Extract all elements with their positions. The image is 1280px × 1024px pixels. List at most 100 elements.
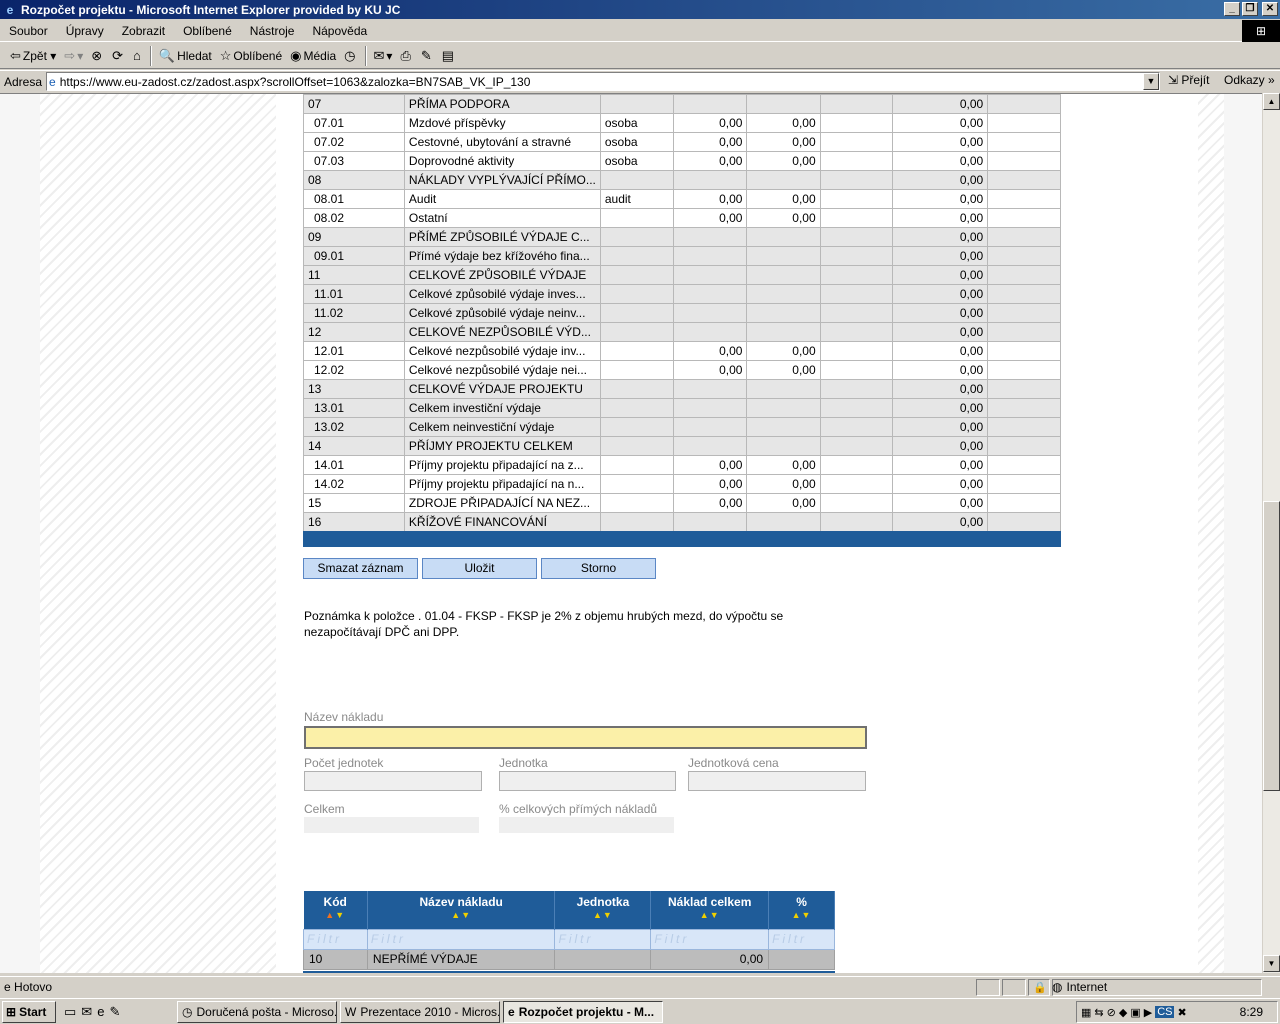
table-row[interactable]: 14.01 Příjmy projektu připadající na z...… — [303, 455, 1061, 475]
close-button[interactable]: ✕ — [1262, 2, 1278, 16]
scroll-up-button[interactable]: ▲ — [1263, 93, 1280, 110]
grid-header-percent[interactable]: % ▲▼ — [768, 891, 835, 929]
table-row[interactable]: 10 NEPŘÍMÉ VÝDAJE 0,00 — [303, 948, 835, 970]
menu-soubor[interactable]: Soubor — [0, 24, 57, 38]
tray-media-icon[interactable]: ▶ — [1144, 1006, 1152, 1019]
budget-cell-c3 — [819, 322, 894, 342]
forward-button[interactable]: ⇨ ▾ — [60, 45, 87, 67]
go-button[interactable]: ⇲ Přejít — [1168, 73, 1209, 87]
tray-antivirus-icon[interactable]: ⊘ — [1107, 1006, 1116, 1019]
table-row[interactable]: 07 PŘÍMA PODPORA 0,00 — [303, 94, 1061, 114]
menu-zobrazit[interactable]: Zobrazit — [113, 24, 174, 38]
menu-napoveda[interactable]: Nápověda — [303, 24, 376, 38]
tray-printer-icon[interactable]: ▣ — [1130, 1006, 1140, 1019]
minimize-button[interactable]: _ — [1224, 2, 1240, 16]
filter-total-input[interactable]: Filtr — [650, 928, 770, 950]
table-row[interactable]: 12.02 Celkové nezpůsobilé výdaje nei... 0,… — [303, 360, 1061, 380]
history-button[interactable]: ◷ — [340, 45, 361, 67]
scroll-thumb[interactable] — [1263, 501, 1280, 791]
table-row[interactable]: 08.01 Audit audit 0,00 0,00 0,00 — [303, 189, 1061, 209]
cost-name-input[interactable] — [304, 726, 867, 749]
table-row[interactable]: 07.02 Cestovné, ubytování a stravné osoba 0… — [303, 132, 1061, 152]
menu-upravy[interactable]: Úpravy — [57, 24, 113, 38]
table-row[interactable]: 13.01 Celkem investiční výdaje 0,00 — [303, 398, 1061, 418]
table-row[interactable]: 08 NÁKLADY VYPLÝVAJÍCÍ PŘÍMO... 0,00 — [303, 170, 1061, 190]
address-input[interactable]: e https://www.eu-zadost.cz/zadost.aspx?s… — [46, 72, 1160, 91]
unit-input[interactable] — [499, 771, 676, 791]
grid-header-unit[interactable]: Jednotka ▲▼ — [554, 891, 652, 929]
scroll-down-button[interactable]: ▼ — [1263, 955, 1280, 972]
table-row[interactable]: 16 KŘÍŽOVÉ FINANCOVÁNÍ 0,00 — [303, 512, 1061, 532]
stop-button[interactable]: ⊗ — [87, 45, 108, 67]
media-button[interactable]: ◉ Média — [286, 45, 340, 67]
table-row[interactable]: 07.03 Doprovodné aktivity osoba 0,00 0,00 0,0… — [303, 151, 1061, 171]
filter-percent-input[interactable]: Filtr — [768, 928, 835, 950]
page-done-icon: e — [4, 980, 11, 994]
filter-code-input[interactable]: Filtr — [303, 928, 368, 950]
filter-name-input[interactable]: Filtr — [366, 928, 556, 950]
filter-unit-input[interactable]: Filtr — [554, 928, 652, 950]
notes-icon[interactable]: ✎ — [109, 1004, 120, 1020]
delete-record-button[interactable]: Smazat záznam — [303, 558, 418, 579]
vertical-scrollbar[interactable]: ▲ ▼ — [1262, 93, 1280, 973]
grid-header-code[interactable]: Kód ▲▼ — [303, 891, 368, 929]
grid-header-name[interactable]: Název nákladu ▲▼ — [367, 891, 556, 929]
budget-table: 07 PŘÍMA PODPORA 0,00 07.01 Mzdové příspěvky… — [303, 94, 1061, 532]
mail-button[interactable]: ✉ ▾ — [370, 45, 397, 67]
menu-oblibene[interactable]: Oblíbené — [174, 24, 241, 38]
budget-cell-c3 — [819, 170, 894, 190]
search-button[interactable]: 🔍 Hledat — [155, 45, 216, 67]
table-row[interactable]: 12.01 Celkové nezpůsobilé výdaje inv... 0,… — [303, 341, 1061, 361]
budget-cell-code: 12.02 — [303, 360, 405, 380]
budget-cell-extra — [987, 436, 1061, 456]
task-ie[interactable]: e Rozpočet projektu - M... — [503, 1000, 663, 1023]
ie-quicklaunch-icon[interactable]: e — [97, 1004, 104, 1020]
unit-price-input[interactable] — [688, 771, 866, 791]
print-button[interactable]: ⎙ — [396, 45, 416, 67]
refresh-button[interactable]: ⟳ — [108, 45, 129, 67]
grid-cell-percent — [768, 948, 835, 970]
discuss-button[interactable]: ▤ — [438, 45, 460, 67]
address-dropdown[interactable]: ▼ — [1143, 73, 1159, 90]
save-button[interactable]: Uložit — [422, 558, 537, 579]
table-row[interactable]: 11.01 Celkové způsobilé výdaje inves... 0,… — [303, 284, 1061, 304]
tray-tools-icon[interactable]: ✖ — [1177, 1006, 1186, 1019]
table-row[interactable]: 13.02 Celkem neinvestiční výdaje 0,00 — [303, 417, 1061, 437]
tray-app-icon[interactable]: ◆ — [1119, 1006, 1127, 1019]
maximize-button[interactable]: ❐ — [1242, 2, 1258, 16]
table-row[interactable]: 15 ZDROJE PŘIPADAJÍCÍ NA NEZ... 0,00 0,00 0,… — [303, 493, 1061, 513]
table-row[interactable]: 12 CELKOVÉ NEZPŮSOBILÉ VÝD... 0,00 — [303, 322, 1061, 342]
task-outlook[interactable]: ◷ Doručená pošta - Microso... — [177, 1000, 337, 1023]
grid-header-total[interactable]: Náklad celkem ▲▼ — [650, 891, 770, 929]
tray-network-icon[interactable]: ▦ — [1081, 1006, 1091, 1019]
unit-count-input[interactable] — [304, 771, 482, 791]
start-button[interactable]: ⊞ Start — [2, 1000, 56, 1023]
address-label: Adresa — [4, 74, 43, 89]
sort-arrows-icon[interactable]: ▲▼ — [368, 910, 555, 920]
table-row[interactable]: 11 CELKOVÉ ZPŮSOBILÉ VÝDAJE 0,00 — [303, 265, 1061, 285]
edit-button[interactable]: ✎ — [417, 45, 438, 67]
table-row[interactable]: 09.01 Přímé výdaje bez křížového fina... 0… — [303, 246, 1061, 266]
outlook-icon[interactable]: ✉ — [81, 1004, 92, 1020]
tray-sync-icon[interactable]: ⇆ — [1094, 1006, 1103, 1019]
table-row[interactable]: 14.02 Příjmy projektu připadající na n...… — [303, 474, 1061, 494]
cancel-button[interactable]: Storno — [541, 558, 656, 579]
sort-arrows-icon[interactable]: ▲▼ — [555, 910, 650, 920]
table-row[interactable]: 11.02 Celkové způsobilé výdaje neinv... 0,… — [303, 303, 1061, 323]
sort-arrows-icon[interactable]: ▲▼ — [651, 910, 768, 920]
task-powerpoint[interactable]: W Prezentace 2010 - Micros... — [340, 1000, 500, 1023]
back-button[interactable]: ⇦ Zpět ▾ — [6, 45, 60, 67]
tray-lang-indicator[interactable]: CS — [1155, 1006, 1175, 1018]
home-button[interactable]: ⌂ — [129, 45, 147, 67]
links-button[interactable]: Odkazy » — [1224, 73, 1275, 87]
table-row[interactable]: 13 CELKOVÉ VÝDAJE PROJEKTU 0,00 — [303, 379, 1061, 399]
table-row[interactable]: 14 PŘÍJMY PROJEKTU CELKEM 0,00 — [303, 436, 1061, 456]
favorites-button[interactable]: ☆ Oblíbené — [216, 45, 286, 67]
table-row[interactable]: 07.01 Mzdové příspěvky osoba 0,00 0,00 0,00 — [303, 113, 1061, 133]
sort-arrows-icon[interactable]: ▲▼ — [769, 910, 834, 920]
sort-arrows-icon[interactable]: ▲▼ — [304, 910, 367, 920]
table-row[interactable]: 09 PŘÍMÉ ZPŮSOBILÉ VÝDAJE C... 0,00 — [303, 227, 1061, 247]
menu-nastroje[interactable]: Nástroje — [241, 24, 304, 38]
desktop-icon[interactable]: ▭ — [64, 1004, 76, 1020]
table-row[interactable]: 08.02 Ostatní 0,00 0,00 0,00 — [303, 208, 1061, 228]
